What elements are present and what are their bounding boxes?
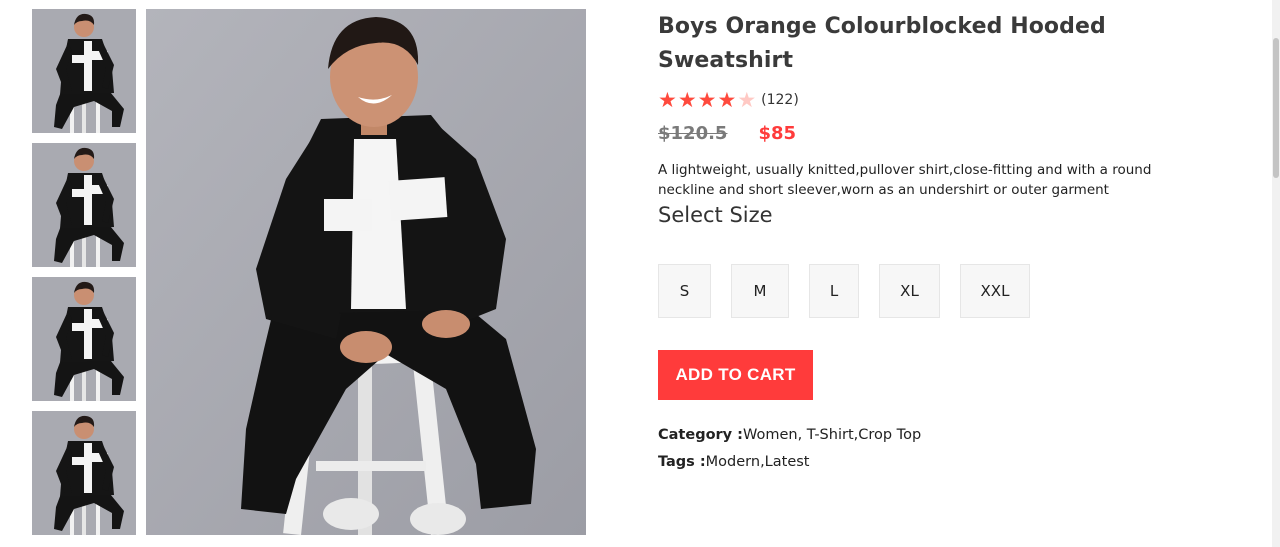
- product-rating: ★ ★ ★ ★ ★ (122): [658, 88, 799, 112]
- tags-row: Tags :Modern,Latest: [658, 454, 810, 470]
- size-option-m[interactable]: M: [731, 264, 789, 318]
- thumbnail-photo: [32, 411, 136, 535]
- review-count: (122): [761, 92, 799, 108]
- product-info: Boys Orange Colourblocked Hooded Sweatsh…: [658, 10, 1178, 470]
- category-row: Category :Women, T-Shirt,Crop Top: [658, 427, 921, 443]
- product-thumbnail-1[interactable]: [32, 9, 136, 133]
- add-to-cart-button[interactable]: ADD TO CART: [658, 350, 813, 400]
- tags-label: Tags :: [658, 454, 706, 470]
- thumbnail-photo: [32, 9, 136, 133]
- product-description: A lightweight, usually knitted,pullover …: [658, 162, 1152, 198]
- thumbnail-photo: [32, 143, 136, 267]
- size-option-xxl[interactable]: XXL: [960, 264, 1030, 318]
- star-icon: ★: [658, 88, 677, 112]
- product-thumbnail-2[interactable]: [32, 143, 136, 267]
- size-option-l[interactable]: L: [809, 264, 859, 318]
- sale-price: $85: [758, 123, 797, 144]
- product-thumbnail-4[interactable]: [32, 411, 136, 535]
- page-scrollbar[interactable]: [1272, 0, 1280, 547]
- thumbnail-list: [32, 9, 136, 545]
- category-value: Women, T-Shirt,Crop Top: [742, 427, 922, 443]
- product-thumbnail-3[interactable]: [32, 277, 136, 401]
- scrollbar-thumb[interactable]: [1273, 38, 1279, 178]
- main-product-image[interactable]: [146, 9, 586, 535]
- category-label: Category :: [658, 427, 743, 443]
- thumbnail-photo: [32, 277, 136, 401]
- star-empty-icon: ★: [737, 88, 757, 112]
- tags-value: Modern,Latest: [705, 454, 810, 470]
- product-title: Boys Orange Colourblocked Hooded Sweatsh…: [658, 14, 1106, 73]
- size-heading: Select Size: [658, 203, 773, 227]
- main-product-photo: [146, 9, 586, 535]
- size-option-s[interactable]: S: [658, 264, 711, 318]
- star-icon: ★: [677, 88, 697, 112]
- star-icon: ★: [697, 88, 717, 112]
- original-price: $120.5: [658, 123, 728, 144]
- size-option-xl[interactable]: XL: [879, 264, 940, 318]
- star-icon: ★: [717, 88, 737, 112]
- price-block: $120.5 $85: [658, 123, 796, 144]
